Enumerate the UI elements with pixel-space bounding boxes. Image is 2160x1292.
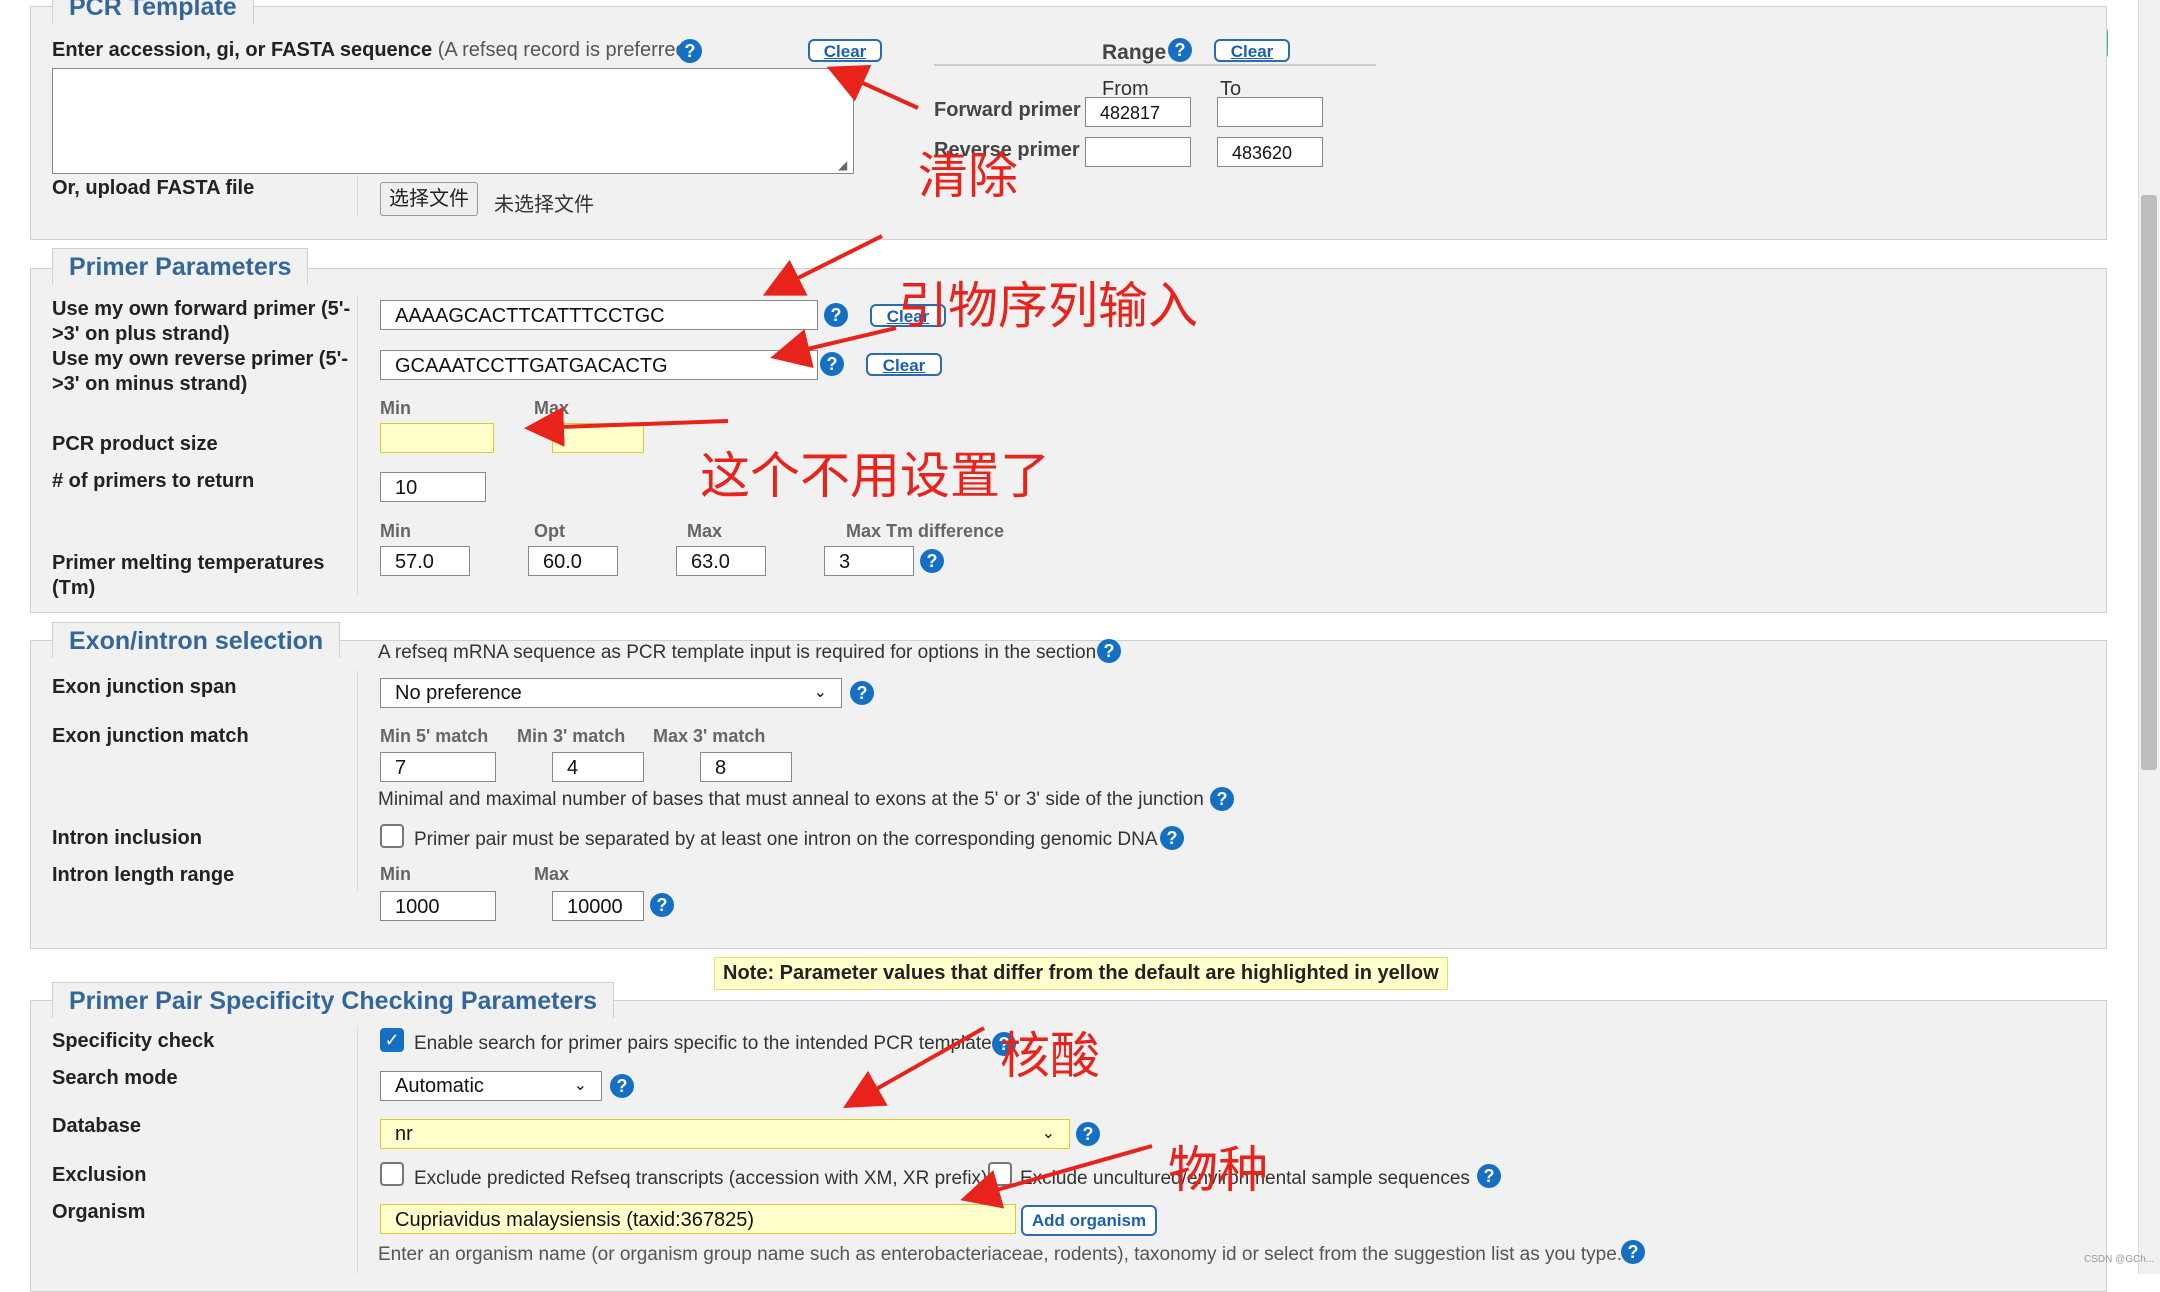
reverse-primer-arrow	[770, 326, 897, 369]
watermark: CSDN @GCh...	[2084, 1254, 2155, 1265]
annotation-clear: 清除	[918, 147, 1018, 205]
annotation-nucleic: 核酸	[1000, 1027, 1100, 1085]
product-size-arrow	[524, 406, 729, 447]
clear-arrow	[826, 64, 919, 110]
annotation-species: 物种	[1168, 1141, 1268, 1199]
nucleic-arrow	[843, 1026, 985, 1108]
forward-primer-arrow	[762, 234, 883, 296]
species-arrow	[960, 1144, 1153, 1209]
annotation-primer-input: 引物序列输入	[898, 277, 1198, 335]
annotation-no-need: 这个不用设置了	[700, 447, 1050, 505]
